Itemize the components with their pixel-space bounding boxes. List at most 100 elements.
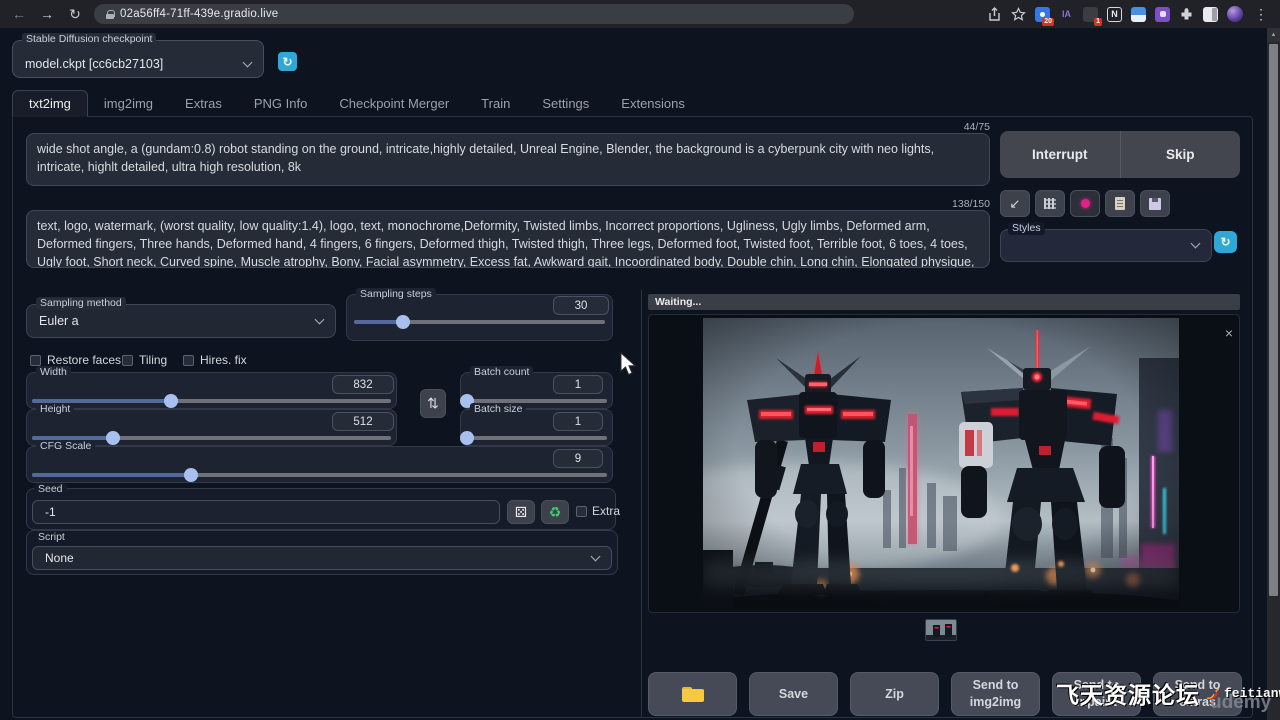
folder-icon	[682, 687, 704, 702]
gallery-thumbnail[interactable]	[925, 619, 957, 641]
extension-badge: 1	[1094, 18, 1102, 26]
tab-settings[interactable]: Settings	[526, 90, 605, 117]
browser-toolbar: ← → ↻ 02a56ff4-71ff-439e.gradio.live 20 …	[0, 0, 1280, 28]
tiling-checkbox[interactable]: Tiling	[122, 353, 167, 367]
width-value[interactable]: 832	[332, 375, 394, 394]
scrollbar-up-icon[interactable]: ▲	[1267, 28, 1280, 42]
skip-button[interactable]: Skip	[1121, 131, 1241, 178]
address-bar[interactable]: 02a56ff4-71ff-439e.gradio.live	[94, 4, 854, 24]
back-icon[interactable]: ←	[10, 6, 28, 22]
share-icon[interactable]	[987, 7, 1002, 22]
sampling-steps-value[interactable]: 30	[553, 296, 609, 315]
menu-icon[interactable]: ⋮	[1252, 6, 1270, 23]
batch-count-value[interactable]: 1	[553, 375, 603, 394]
script-select[interactable]: None	[32, 546, 612, 570]
checkbox-icon	[183, 355, 194, 366]
refresh-icon: ↻	[282, 55, 292, 69]
checkbox-icon	[30, 355, 41, 366]
swap-dimensions-button[interactable]: ⇅	[420, 389, 446, 418]
sidebar-icon[interactable]	[1203, 7, 1218, 22]
prompt-text: wide shot angle, a (gundam:0.8) robot st…	[37, 142, 934, 174]
paste-params-button[interactable]: ↙	[1000, 190, 1030, 217]
batch-size-label: Batch size	[470, 403, 526, 416]
width-slider[interactable]	[32, 399, 391, 403]
height-value[interactable]: 512	[332, 412, 394, 431]
cfg-scale-group	[26, 446, 613, 483]
extensions-puzzle-icon[interactable]	[1179, 7, 1194, 22]
random-seed-button[interactable]: ⚄	[507, 500, 535, 524]
batch-size-value[interactable]: 1	[553, 412, 603, 431]
profile-avatar[interactable]	[1227, 6, 1243, 22]
negative-prompt-text: text, logo, watermark, (worst quality, l…	[37, 219, 975, 268]
chili-logo-icon	[1202, 683, 1222, 703]
watermark: 飞天资源论坛 feitianwu7.com	[1056, 676, 1280, 710]
interrupt-button[interactable]: Interrupt	[1000, 131, 1121, 178]
chevron-down-icon	[315, 314, 325, 324]
extension-badge: 20	[1042, 18, 1054, 26]
seed-extra-checkbox[interactable]: Extra	[576, 504, 620, 518]
script-label: Script	[34, 531, 69, 544]
save-button[interactable]: Save	[749, 672, 838, 716]
notion-icon[interactable]: N	[1107, 7, 1122, 22]
extra-networks-button[interactable]	[1070, 190, 1100, 217]
swap-icon: ⇅	[427, 395, 439, 412]
styles-refresh-button[interactable]: ↻	[1214, 231, 1237, 253]
reload-icon[interactable]: ↻	[66, 6, 84, 23]
tab-img2img[interactable]: img2img	[88, 90, 169, 117]
open-folder-button[interactable]	[648, 672, 737, 716]
tab-png-info[interactable]: PNG Info	[238, 90, 323, 117]
seed-input[interactable]: -1	[32, 500, 500, 524]
zip-button[interactable]: Zip	[850, 672, 939, 716]
checkbox-icon	[576, 506, 587, 517]
checkpoint-refresh-button[interactable]: ↻	[278, 52, 297, 71]
prompt-counter: 44/75	[870, 121, 990, 133]
negative-prompt-input[interactable]: text, logo, watermark, (worst quality, l…	[26, 210, 990, 268]
cfg-scale-slider[interactable]	[32, 473, 607, 477]
floppy-disk-icon	[1149, 198, 1161, 210]
chevron-down-icon	[591, 551, 601, 561]
tab-bar: txt2img img2img Extras PNG Info Checkpoi…	[12, 90, 701, 117]
scrollbar[interactable]: ▲	[1267, 28, 1280, 720]
restore-faces-checkbox[interactable]: Restore faces	[30, 353, 121, 367]
tab-checkpoint-merger[interactable]: Checkpoint Merger	[323, 90, 465, 117]
batch-size-slider[interactable]	[467, 436, 607, 440]
lock-icon	[106, 10, 114, 19]
sampling-method-value: Euler a	[39, 314, 79, 328]
height-label: Height	[36, 403, 74, 416]
prompt-input[interactable]: wide shot angle, a (gundam:0.8) robot st…	[26, 133, 990, 186]
sampling-method-label: Sampling method	[36, 297, 126, 310]
extension-dark-icon[interactable]: 1	[1083, 7, 1098, 22]
sampling-steps-slider[interactable]	[354, 320, 605, 324]
tab-txt2img[interactable]: txt2img	[12, 90, 88, 117]
trash-icon	[1044, 198, 1056, 209]
tab-extras[interactable]: Extras	[169, 90, 238, 117]
batch-count-label: Batch count	[470, 366, 533, 379]
extension-image-icon[interactable]	[1131, 7, 1146, 22]
preview-image[interactable]	[703, 318, 1179, 608]
bookmark-star-icon[interactable]	[1011, 7, 1026, 22]
reuse-seed-button[interactable]: ♻	[541, 500, 569, 524]
hires-fix-checkbox[interactable]: Hires. fix	[183, 353, 247, 367]
extra-networks-card-icon	[1081, 199, 1090, 208]
checkbox-icon	[122, 355, 133, 366]
extension-ia-icon[interactable]: IA	[1059, 7, 1074, 22]
send-to-img2img-button[interactable]: Send to img2img	[951, 672, 1040, 716]
refresh-icon: ↻	[1220, 235, 1230, 249]
watermark-forum-text: 飞天资源论坛	[1056, 676, 1200, 710]
extension-blue-icon[interactable]: 20	[1035, 7, 1050, 22]
recycle-icon: ♻	[549, 504, 562, 521]
save-style-button[interactable]	[1140, 190, 1170, 217]
dice-icon: ⚄	[515, 504, 527, 521]
forward-icon[interactable]: →	[38, 6, 56, 22]
scrollbar-thumb[interactable]	[1269, 44, 1278, 596]
cfg-scale-value[interactable]: 9	[553, 449, 603, 468]
progress-bar: Waiting...	[648, 294, 1240, 310]
close-preview-icon[interactable]: ×	[1220, 324, 1238, 342]
mouse-cursor	[620, 352, 637, 376]
tab-train[interactable]: Train	[465, 90, 526, 117]
tab-extensions[interactable]: Extensions	[605, 90, 701, 117]
extension-purple-icon[interactable]	[1155, 7, 1170, 22]
apply-style-button[interactable]	[1105, 190, 1135, 217]
script-value: None	[45, 551, 74, 565]
clear-prompt-button[interactable]	[1035, 190, 1065, 217]
